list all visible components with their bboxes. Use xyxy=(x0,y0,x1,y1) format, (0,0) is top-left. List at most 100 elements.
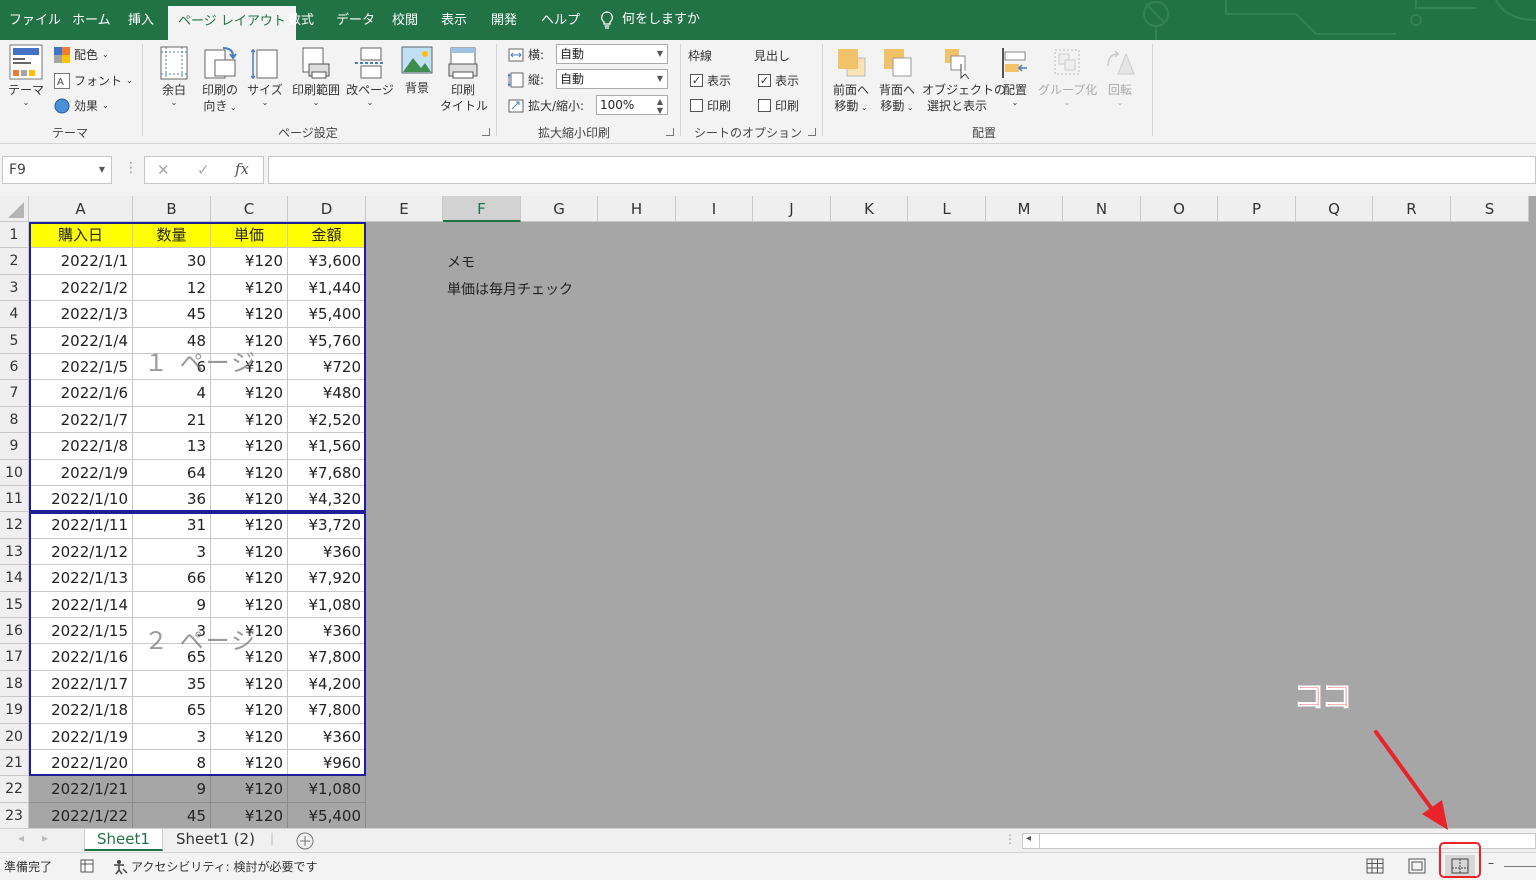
formula-input[interactable] xyxy=(268,156,1536,184)
themes-button[interactable]: テーマ ⌄ xyxy=(6,44,46,108)
horizontal-scrollbar[interactable]: ◂ xyxy=(1022,833,1536,849)
tab-formulas[interactable]: 数式 xyxy=(288,0,314,40)
sheet-options-launcher[interactable] xyxy=(808,128,816,136)
table-cell[interactable]: ¥1,440 xyxy=(288,274,366,302)
row-header[interactable]: 14 xyxy=(0,565,29,592)
orientation-button[interactable]: 印刷の 向き ⌄ xyxy=(198,46,242,116)
table-cell[interactable]: ¥120 xyxy=(211,301,288,328)
table-cell[interactable]: ¥120 xyxy=(211,380,288,407)
tab-data[interactable]: データ xyxy=(336,0,375,40)
column-header-r[interactable]: R xyxy=(1373,196,1451,222)
table-cell[interactable]: 2022/1/21 xyxy=(29,776,133,803)
tab-view[interactable]: 表示 xyxy=(441,0,467,40)
table-cell[interactable]: 2022/1/2 xyxy=(29,274,133,302)
memo-text[interactable]: メモ xyxy=(447,252,475,272)
table-cell[interactable]: 12 xyxy=(133,274,211,302)
table-cell[interactable]: ¥3,600 xyxy=(288,248,366,275)
table-cell[interactable]: 2022/1/14 xyxy=(29,591,133,618)
row-header[interactable]: 23 xyxy=(0,802,29,828)
table-cell[interactable]: ¥7,680 xyxy=(288,459,366,486)
table-cell[interactable]: 21 xyxy=(133,406,211,434)
column-header-k[interactable]: K xyxy=(831,196,908,222)
table-cell[interactable]: ¥3,720 xyxy=(288,512,366,539)
table-cell[interactable]: 2022/1/6 xyxy=(29,380,133,407)
table-cell[interactable]: ¥4,200 xyxy=(288,670,366,698)
colors-button[interactable]: 配色 ⌄ xyxy=(54,46,109,63)
table-cell[interactable]: ¥120 xyxy=(211,644,288,671)
table-cell[interactable]: ¥7,800 xyxy=(288,697,366,724)
table-cell[interactable]: 2022/1/4 xyxy=(29,327,133,354)
table-cell[interactable]: ¥120 xyxy=(211,802,288,828)
memo-text[interactable]: 単価は毎月チェック xyxy=(447,279,573,299)
table-cell[interactable]: 66 xyxy=(133,565,211,592)
column-header-c[interactable]: C xyxy=(211,196,288,222)
tab-insert[interactable]: 挿入 xyxy=(128,0,154,40)
print-titles-button[interactable]: 印刷 タイトル xyxy=(440,46,488,114)
table-cell[interactable]: ¥720 xyxy=(288,354,366,381)
selection-pane-button[interactable]: オブジェクトの 選択と表示 xyxy=(922,46,1006,114)
page-break-preview-icon[interactable] xyxy=(1445,855,1475,877)
table-cell[interactable]: 31 xyxy=(133,512,211,539)
scroll-left-icon[interactable]: ◂ xyxy=(18,831,24,845)
enter-icon[interactable]: ✓ xyxy=(197,161,210,179)
spreadsheet-grid[interactable]: A B C D E F G H I J K L M N O P Q R S 1 2 3 4 5 6 7 8 9 10 11 12 13 14 15… xyxy=(0,196,1536,828)
table-cell[interactable]: 30 xyxy=(133,248,211,275)
table-cell[interactable]: ¥120 xyxy=(211,512,288,539)
row-header[interactable]: 11 xyxy=(0,486,29,513)
table-cell[interactable]: 3 xyxy=(133,723,211,750)
headings-print-checkbox[interactable]: 印刷 xyxy=(758,97,799,114)
name-box[interactable]: F9 ▼ xyxy=(2,156,112,184)
fonts-button[interactable]: A フォント ⌄ xyxy=(54,72,133,89)
row-header[interactable]: 16 xyxy=(0,618,29,645)
zoom-slider[interactable] xyxy=(1504,866,1536,867)
column-header-s[interactable]: S xyxy=(1451,196,1529,222)
table-cell[interactable]: 2022/1/22 xyxy=(29,802,133,828)
align-button[interactable]: 配置 ⌄ xyxy=(996,46,1034,108)
table-cell[interactable]: ¥120 xyxy=(211,750,288,777)
group-objects-button[interactable]: グループ化 ⌄ xyxy=(1038,46,1097,108)
table-cell[interactable]: ¥120 xyxy=(211,565,288,592)
size-button[interactable]: サイズ ⌄ xyxy=(246,46,284,108)
table-cell[interactable]: 2022/1/8 xyxy=(29,433,133,460)
row-header[interactable]: 9 xyxy=(0,433,29,460)
tab-page-layout[interactable]: ページ レイアウト xyxy=(168,6,296,40)
row-header[interactable]: 6 xyxy=(0,354,29,381)
table-cell[interactable]: ¥5,760 xyxy=(288,327,366,354)
row-header[interactable]: 21 xyxy=(0,750,29,777)
column-header-f[interactable]: F xyxy=(443,196,521,222)
column-header-l[interactable]: L xyxy=(908,196,986,222)
table-cell[interactable]: 8 xyxy=(133,750,211,777)
table-cell[interactable]: 2022/1/20 xyxy=(29,750,133,777)
table-cell[interactable]: 64 xyxy=(133,459,211,486)
table-cell[interactable]: 9 xyxy=(133,776,211,803)
tell-me-box[interactable]: 何をしますか xyxy=(600,0,700,40)
table-cell[interactable]: ¥1,080 xyxy=(288,591,366,618)
table-cell[interactable]: ¥360 xyxy=(288,723,366,750)
table-cell[interactable]: ¥120 xyxy=(211,591,288,618)
table-cell[interactable]: 13 xyxy=(133,433,211,460)
select-all-corner[interactable] xyxy=(0,196,29,222)
table-cell[interactable]: 48 xyxy=(133,327,211,354)
scroll-right-icon[interactable]: ▸ xyxy=(42,831,48,845)
table-header-cell[interactable]: 購入日 xyxy=(29,222,133,249)
row-header[interactable]: 18 xyxy=(0,670,29,698)
print-area-button[interactable]: 印刷範囲 ⌄ xyxy=(288,46,344,108)
table-cell[interactable]: ¥120 xyxy=(211,354,288,381)
scale-width-dropdown[interactable]: 自動 ▼ xyxy=(556,44,668,64)
page-layout-view-icon[interactable] xyxy=(1402,855,1432,877)
table-cell[interactable]: ¥120 xyxy=(211,670,288,698)
table-cell[interactable]: 2022/1/11 xyxy=(29,512,133,539)
column-header-n[interactable]: N xyxy=(1063,196,1141,222)
row-header[interactable]: 8 xyxy=(0,406,29,434)
row-header[interactable]: 4 xyxy=(0,301,29,328)
table-cell[interactable]: ¥480 xyxy=(288,380,366,407)
headings-view-checkbox[interactable]: ✓ 表示 xyxy=(758,72,799,89)
table-cell[interactable]: ¥5,400 xyxy=(288,802,366,828)
gridlines-view-checkbox[interactable]: ✓ 表示 xyxy=(690,72,731,89)
column-header-h[interactable]: H xyxy=(598,196,676,222)
table-cell[interactable]: 2022/1/3 xyxy=(29,301,133,328)
column-header-g[interactable]: G xyxy=(521,196,598,222)
table-cell[interactable]: 2022/1/18 xyxy=(29,697,133,724)
table-cell[interactable]: ¥120 xyxy=(211,248,288,275)
scale-percent-spinner[interactable]: 100% ▲ ▼ xyxy=(596,95,668,115)
